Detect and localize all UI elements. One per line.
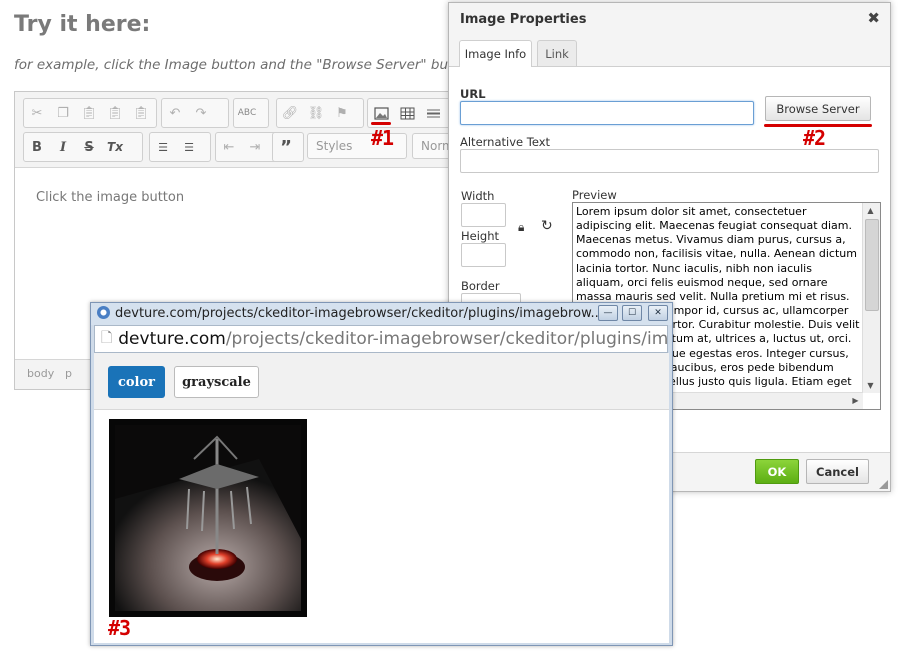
dialog-tabs: Image Info Link — [449, 36, 890, 67]
removeformat-button[interactable]: Tx — [102, 134, 128, 160]
paste-text-icon[interactable]: 📋︎ — [102, 100, 128, 126]
cancel-button[interactable]: Cancel — [806, 459, 869, 484]
blockquote-group: ” — [272, 132, 304, 162]
list-group: ☰ ☰ — [149, 132, 211, 162]
link-group: 🔗︎ ⛓ ⚑ — [276, 98, 364, 128]
minimize-icon[interactable]: — — [598, 305, 618, 321]
anchor-flag-icon[interactable]: ⚑ — [329, 100, 355, 126]
popup-titlebar: devture.com/projects/ckeditor-imagebrows… — [91, 303, 672, 325]
maximize-icon[interactable]: ☐ — [622, 305, 642, 321]
page-icon: 🗋 — [101, 330, 113, 346]
close-icon[interactable]: ✖ — [867, 9, 880, 27]
close-window-icon[interactable]: ✕ — [648, 305, 668, 321]
filter-grayscale-button[interactable]: grayscale — [174, 366, 259, 398]
alt-text-label: Alternative Text — [460, 135, 551, 149]
tab-link[interactable]: Link — [537, 40, 577, 66]
paste-icon[interactable]: 📋︎ — [76, 100, 102, 126]
candle-photo — [115, 425, 301, 611]
cut-icon[interactable]: ✂ — [24, 100, 50, 126]
copy-icon[interactable]: ❐ — [50, 100, 76, 126]
undo-icon[interactable]: ↶ — [162, 100, 188, 126]
url-input[interactable] — [460, 101, 754, 125]
annotation-1: #1 — [371, 126, 394, 150]
redo-icon[interactable]: ↷ — [188, 100, 214, 126]
address-domain: devture.com — [118, 329, 226, 349]
path-p[interactable]: p — [65, 367, 72, 380]
height-input[interactable] — [461, 243, 506, 267]
table-button[interactable] — [394, 100, 420, 126]
editor-content[interactable]: Click the image button — [36, 190, 184, 205]
numbered-list-icon[interactable]: ☰ — [150, 134, 176, 160]
alt-text-input[interactable] — [460, 149, 879, 173]
scroll-down-icon[interactable]: ▼ — [863, 378, 878, 393]
image-icon — [373, 106, 389, 120]
preview-label: Preview — [572, 188, 617, 202]
undo-group: ↶ ↷ — [161, 98, 229, 128]
paste-word-icon[interactable]: 📋︎ — [128, 100, 154, 126]
annotation-2: #2 — [803, 126, 826, 150]
popup-page: color grayscale — [94, 353, 669, 643]
horizontal-rule-icon — [426, 109, 440, 117]
address-path: /projects/ckeditor-imagebrowser/ckeditor… — [225, 329, 668, 349]
filter-toolbar: color grayscale — [94, 353, 669, 410]
clipboard-group: ✂ ❐ 📋︎ 📋︎ 📋︎ — [23, 98, 157, 128]
gallery-image-thumbnail[interactable] — [109, 419, 307, 617]
path-body[interactable]: body — [27, 367, 54, 380]
ok-button[interactable]: OK — [755, 459, 799, 484]
popup-title: devture.com/projects/ckeditor-imagebrows… — [115, 306, 603, 321]
scroll-up-icon[interactable]: ▲ — [863, 203, 878, 218]
image-browser-popup: devture.com/projects/ckeditor-imagebrows… — [90, 302, 673, 646]
spellcheck-icon[interactable]: ABC — [234, 100, 260, 126]
border-label: Border — [461, 279, 500, 293]
page-heading: Try it here: — [14, 12, 151, 37]
tab-image-info[interactable]: Image Info — [459, 40, 532, 67]
preview-vertical-scrollbar[interactable]: ▲ ▼ — [862, 203, 880, 393]
lock-ratio-icon[interactable]: 🔒︎ — [518, 220, 524, 235]
spellcheck-group: ABC — [233, 98, 269, 128]
outdent-icon[interactable]: ⇤ — [216, 134, 242, 160]
browse-server-button[interactable]: Browse Server — [765, 96, 871, 121]
scroll-right-icon[interactable]: ▶ — [848, 393, 863, 408]
dialog-titlebar: Image Properties ✖ — [449, 3, 890, 37]
width-input[interactable] — [461, 203, 506, 227]
indent-icon[interactable]: ⇥ — [242, 134, 268, 160]
table-icon — [400, 107, 414, 119]
basicstyles-group: B I S Tx — [23, 132, 143, 162]
bulleted-list-icon[interactable]: ☰ — [176, 134, 202, 160]
address-bar[interactable]: 🗋 devture.com/projects/ckeditor-imagebro… — [94, 325, 668, 353]
blockquote-button[interactable]: ” — [273, 134, 299, 160]
annotation-underline-1 — [371, 122, 391, 125]
bold-button[interactable]: B — [24, 134, 50, 160]
height-label: Height — [461, 229, 500, 243]
dialog-title: Image Properties — [460, 12, 587, 27]
url-label: URL — [460, 87, 486, 101]
resize-handle-icon[interactable] — [879, 480, 888, 489]
preview-scroll-thumb[interactable] — [865, 219, 879, 311]
annotation-3: #3 — [108, 616, 131, 640]
browser-icon — [97, 306, 110, 319]
width-label: Width — [461, 189, 495, 203]
filter-color-button[interactable]: color — [108, 366, 165, 398]
indent-group: ⇤ ⇥ — [215, 132, 277, 162]
page-subtext: for example, click the Image button and … — [14, 57, 489, 73]
horizontal-rule-button[interactable] — [420, 100, 446, 126]
strike-button[interactable]: S — [76, 134, 102, 160]
reset-size-icon[interactable]: ↻ — [541, 218, 553, 234]
link-icon[interactable]: 🔗︎ — [277, 100, 303, 126]
unlink-icon[interactable]: ⛓ — [303, 100, 329, 126]
italic-button[interactable]: I — [50, 134, 76, 160]
